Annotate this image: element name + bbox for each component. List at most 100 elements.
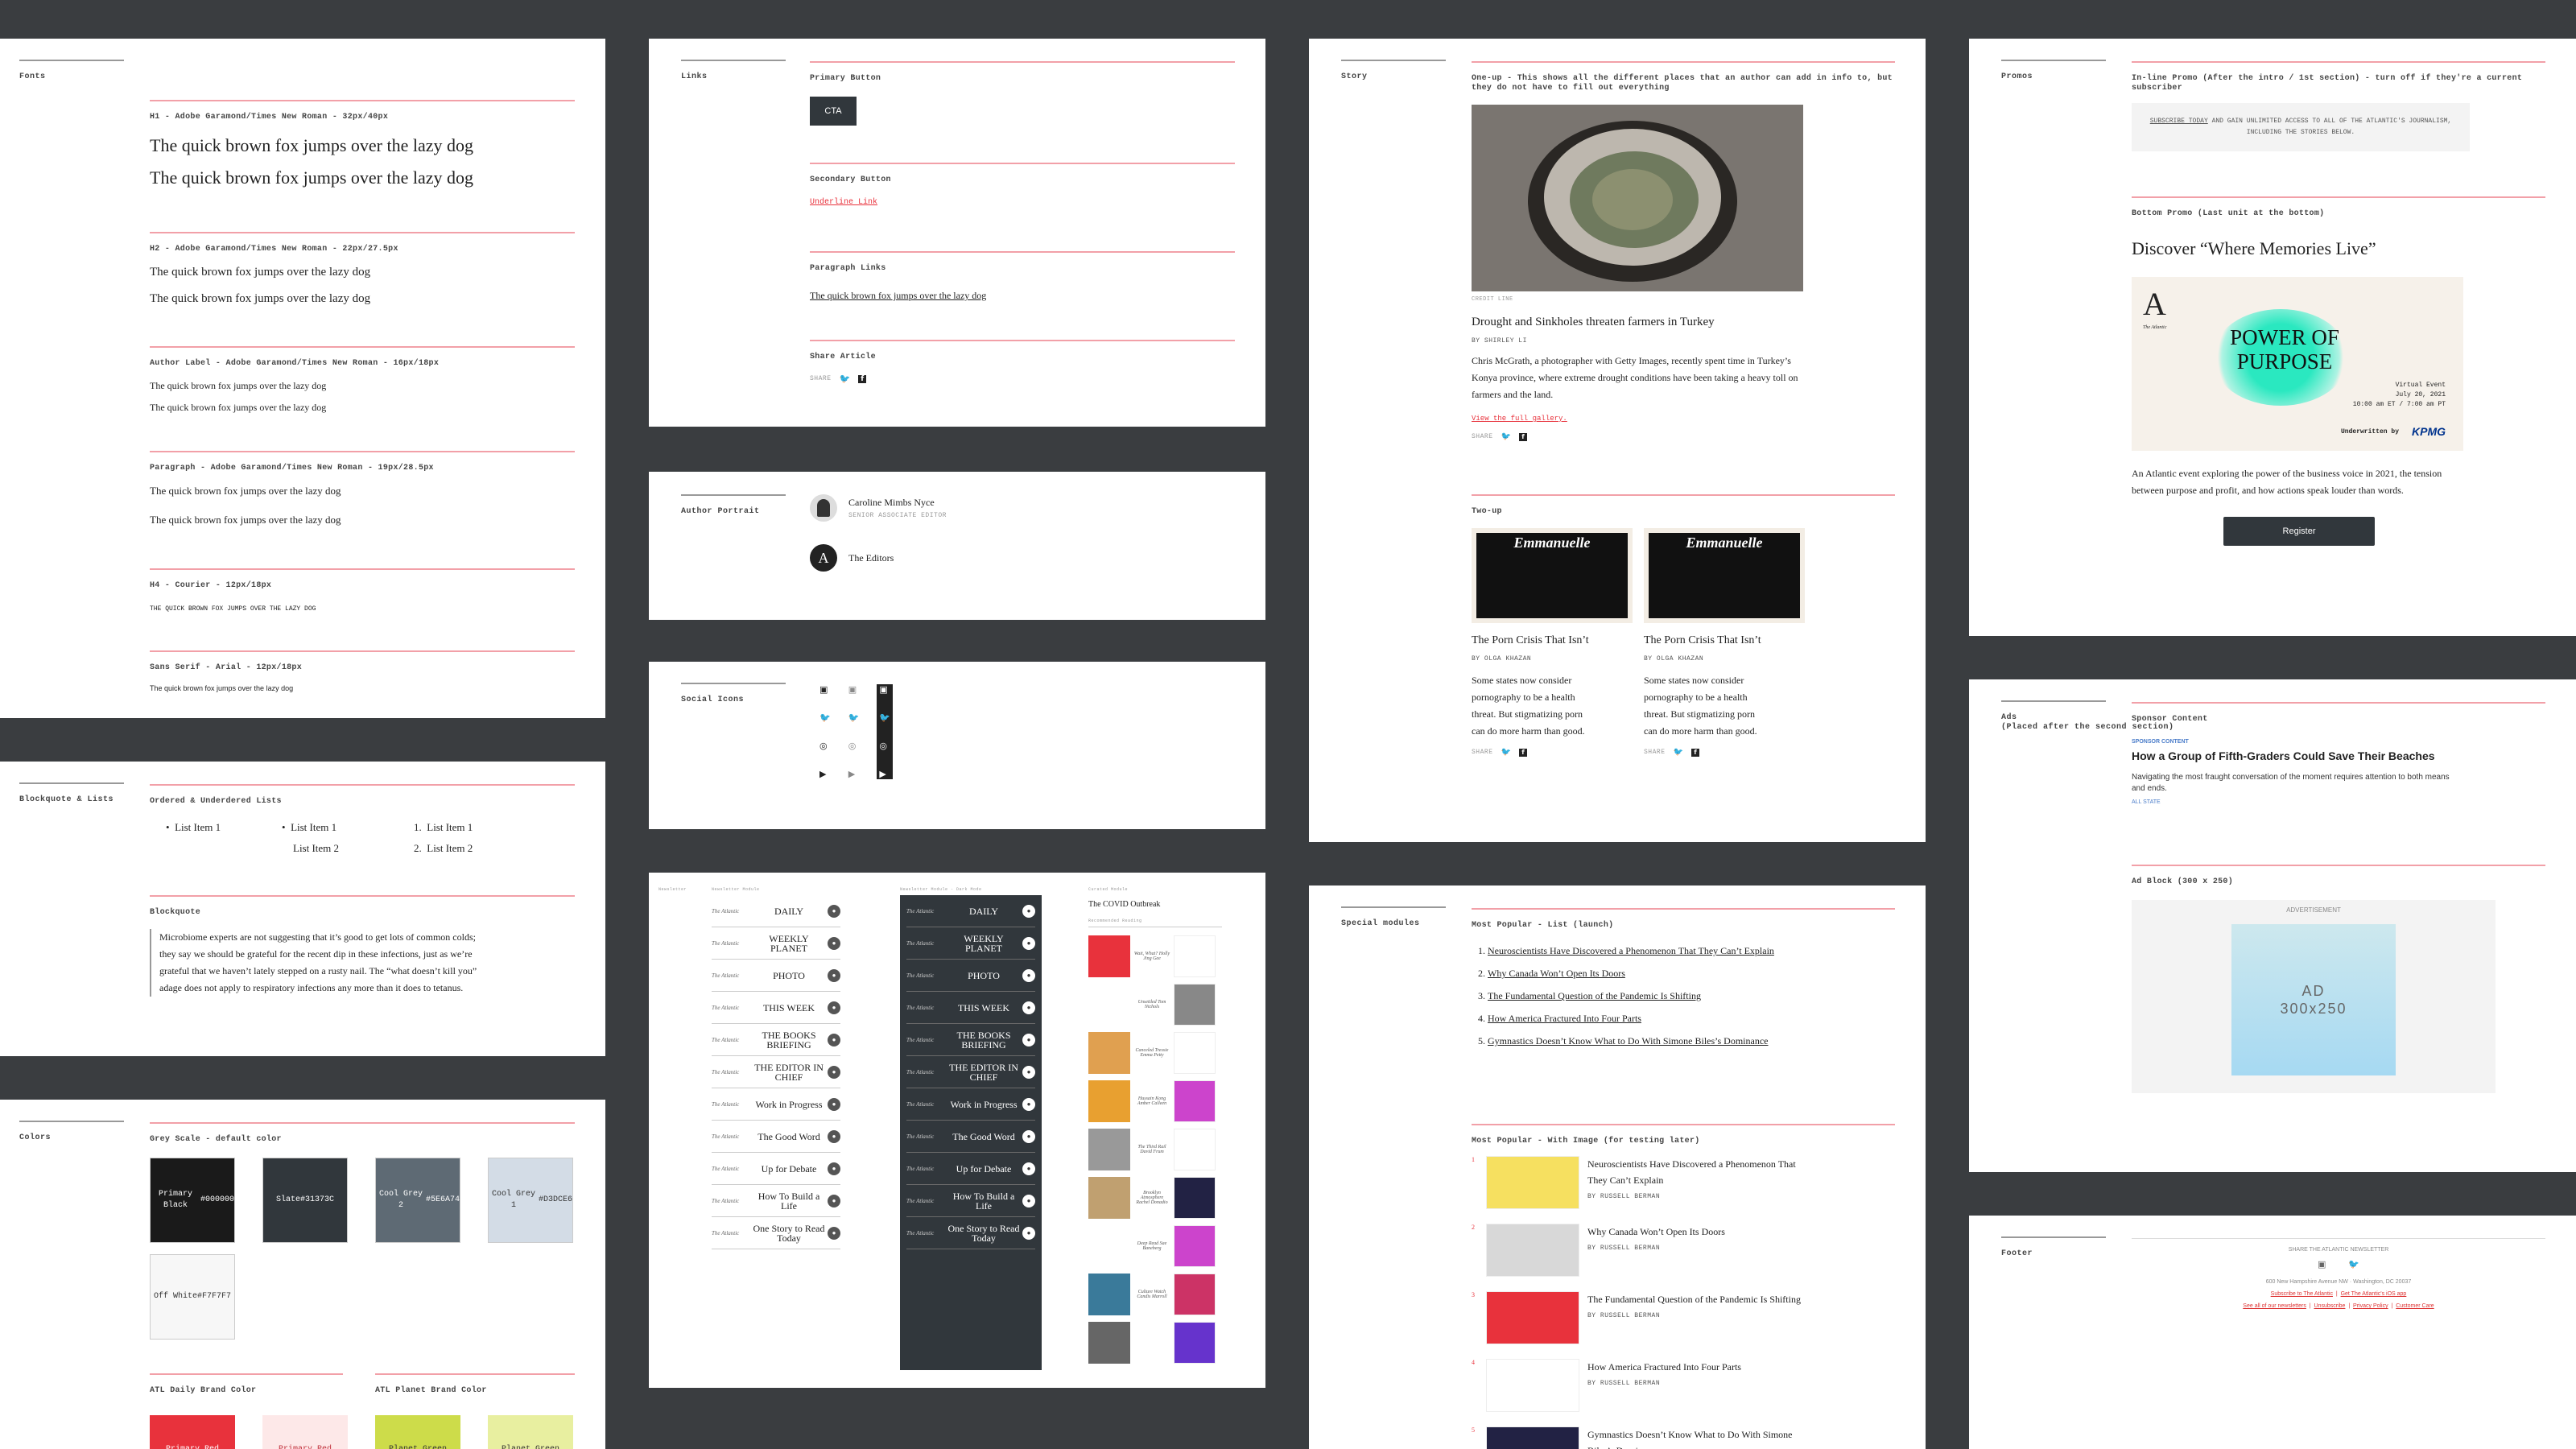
footer-link[interactable]: Privacy Policy [2353, 1303, 2388, 1309]
author-row[interactable]: Caroline Mimbs Nyce SENIOR ASSOCIATE EDI… [810, 494, 947, 522]
underline-link[interactable]: Underline Link [810, 198, 1235, 207]
bullet-list: • List Item 1 [150, 821, 282, 855]
footer-link[interactable]: Customer Care [2396, 1303, 2434, 1309]
popular-link[interactable]: How America Fractured Into Four Parts [1488, 1013, 1641, 1024]
panel-label: Promos [2001, 60, 2107, 81]
facebook-icon[interactable]: f [858, 374, 867, 383]
curated-row[interactable]: The Third Rail David Frum [1088, 1125, 1222, 1174]
twitter-icon[interactable]: 🐦 [2348, 1259, 2359, 1269]
footer-link[interactable]: Get The Atlantic's iOS app [2341, 1291, 2407, 1297]
youtube-icon[interactable]: ▶ [848, 769, 860, 779]
author-row[interactable]: A The Editors [810, 544, 894, 572]
facebook-icon[interactable]: ▣ [848, 684, 860, 695]
twitter-icon[interactable]: 🐦 [1674, 748, 1683, 757]
twitter-icon[interactable]: 🐦 [819, 712, 831, 723]
popular-link[interactable]: Why Canada Won’t Open Its Doors [1488, 968, 1625, 979]
newsletter-row[interactable]: The Atlantic WEEKLY PLANET ● [906, 927, 1035, 960]
curated-row[interactable]: Brooklyn Atmosphere Rachel Donadio [1088, 1174, 1222, 1222]
newsletter-row[interactable]: The Atlantic One Story to Read Today ● [906, 1217, 1035, 1249]
two-up-card[interactable]: Emmanuelle The Porn Crisis That Isn’t BY… [1644, 528, 1805, 757]
facebook-icon[interactable]: ▣ [2318, 1259, 2326, 1269]
newsletter-row[interactable]: The Atlantic THIS WEEK ● [906, 992, 1035, 1024]
newsletter-row[interactable]: The Atlantic PHOTO ● [712, 960, 840, 992]
newsletter-row[interactable]: The Atlantic Work in Progress ● [712, 1088, 840, 1121]
facebook-icon[interactable]: f [1518, 432, 1527, 441]
popular-image-item[interactable]: 5 Gymnastics Doesn’t Know What to Do With… [1472, 1426, 1895, 1449]
event-card[interactable]: A The Atlantic POWER OF PURPOSE Virtual … [2132, 277, 2463, 451]
popular-list-item[interactable]: How America Fractured Into Four Parts [1488, 1009, 1777, 1027]
newsletter-row[interactable]: The Atlantic One Story to Read Today ● [712, 1217, 840, 1249]
newsletter-row[interactable]: The Atlantic How To Build a Life ● [712, 1185, 840, 1217]
newsletter-row[interactable]: The Atlantic THE BOOKS BRIEFING ● [712, 1024, 840, 1056]
facebook-icon[interactable]: f [1690, 748, 1699, 757]
footer-link[interactable]: Unsubscribe [2314, 1303, 2346, 1309]
facebook-icon[interactable]: ▣ [879, 684, 890, 695]
popular-image-item[interactable]: 2 Why Canada Won’t Open Its Doors BY RUSSE… [1472, 1224, 1895, 1291]
instagram-icon[interactable]: ◎ [879, 741, 890, 751]
curated-row[interactable] [1088, 1319, 1222, 1367]
swatch-label: Off White [153, 1292, 197, 1301]
inline-promo-section: In-line Promo (After the intro / 1st sec… [2132, 61, 2545, 151]
curated-row[interactable]: Unsettled Tom Nichols [1088, 980, 1222, 1029]
footer-link[interactable]: See all of our newsletters [2243, 1303, 2306, 1309]
curated-row[interactable]: Hussain Kong Amber Calleen [1088, 1077, 1222, 1125]
facebook-icon[interactable]: f [1518, 748, 1527, 757]
newsletter-row[interactable]: The Atlantic THE EDITOR IN CHIEF ● [906, 1056, 1035, 1088]
popular-list-item[interactable]: Why Canada Won’t Open Its Doors [1488, 964, 1777, 982]
curated-caption: Unsettled Tom Nichols [1137, 1000, 1166, 1009]
popular-link[interactable]: Gymnastics Doesn’t Know What to Do With … [1488, 1035, 1769, 1046]
popular-link[interactable]: The Fundamental Question of the Pandemic… [1488, 990, 1701, 1001]
youtube-icon[interactable]: ▶ [879, 769, 890, 779]
brand-label: The Atlantic [906, 1229, 935, 1236]
curated-row[interactable]: Culture Watch Candis Marroll [1088, 1270, 1222, 1319]
cta-button[interactable]: CTA [810, 97, 857, 126]
newsletter-row[interactable]: The Atlantic Up for Debate ● [712, 1153, 840, 1185]
section-heading: H4 - Courier - 12px/18px [150, 568, 575, 591]
instagram-icon[interactable]: ◎ [819, 741, 831, 751]
subscribe-link[interactable]: SUBSCRIBE TODAY [2150, 118, 2208, 125]
newsletter-row[interactable]: The Atlantic Up for Debate ● [906, 1153, 1035, 1185]
newsletter-row[interactable]: The Atlantic DAILY ● [906, 895, 1035, 927]
twitter-icon[interactable]: 🐦 [848, 712, 860, 723]
newsletter-row[interactable]: The Atlantic THE BOOKS BRIEFING ● [906, 1024, 1035, 1056]
popular-image-item[interactable]: 3 The Fundamental Question of the Pandemi… [1472, 1291, 1895, 1359]
ad-placeholder[interactable]: AD 300x250 [2231, 924, 2396, 1075]
popular-list-item[interactable]: The Fundamental Question of the Pandemic… [1488, 987, 1777, 1005]
newsletter-row[interactable]: The Atlantic How To Build a Life ● [906, 1185, 1035, 1217]
twitter-icon[interactable]: 🐦 [879, 712, 890, 723]
links-panel: Links Primary Button CTA Secondary Butto… [649, 39, 1265, 427]
curated-row[interactable]: Canceled Tressie Emma Petty [1088, 1029, 1222, 1077]
newsletter-row[interactable]: The Atlantic PHOTO ● [906, 960, 1035, 992]
event-date: July 20, 2021 [2395, 391, 2446, 398]
newsletter-row[interactable]: The Atlantic WEEKLY PLANET ● [712, 927, 840, 960]
newsletter-row[interactable]: The Atlantic The Good Word ● [712, 1121, 840, 1153]
newsletter-row[interactable]: The Atlantic THIS WEEK ● [712, 992, 840, 1024]
footer-link[interactable]: Subscribe to The Atlantic [2271, 1291, 2333, 1297]
popular-image-item[interactable]: 1 Neuroscientists Have Discovered a Pheno… [1472, 1156, 1895, 1224]
twitter-icon[interactable]: 🐦 [840, 374, 851, 384]
paragraph-link[interactable]: The quick brown fox jumps over the lazy … [810, 290, 1235, 302]
popular-list-item[interactable]: Gymnastics Doesn’t Know What to Do With … [1488, 1032, 1777, 1050]
story-title[interactable]: Drought and Sinkholes threaten farmers i… [1472, 316, 1895, 329]
sinkhole-image[interactable] [1472, 105, 1803, 291]
curated-row[interactable]: Deep Read Sae Baneberg [1088, 1222, 1222, 1270]
two-up-card[interactable]: Emmanuelle The Porn Crisis That Isn’t BY… [1472, 528, 1633, 757]
newsletter-row[interactable]: The Atlantic THE EDITOR IN CHIEF ● [712, 1056, 840, 1088]
instagram-icon[interactable]: ◎ [848, 741, 860, 751]
twitter-icon[interactable]: 🐦 [1501, 748, 1511, 757]
curated-caption: Wait, What? Holly Jing Gee [1133, 952, 1170, 961]
twitter-icon[interactable]: 🐦 [1501, 432, 1511, 441]
newsletter-row[interactable]: The Atlantic DAILY ● [712, 895, 840, 927]
popular-image-item[interactable]: 4 How America Fractured Into Four Parts BY… [1472, 1359, 1895, 1426]
newsletter-row[interactable]: The Atlantic The Good Word ● [906, 1121, 1035, 1153]
youtube-icon[interactable]: ▶ [819, 769, 831, 779]
sponsor-title[interactable]: How a Group of Fifth-Graders Could Save … [2132, 749, 2545, 762]
newsletter-row[interactable]: The Atlantic Work in Progress ● [906, 1088, 1035, 1121]
curated-row[interactable]: Wait, What? Holly Jing Gee [1088, 932, 1222, 980]
swatch-label: Planet Green [502, 1444, 559, 1449]
register-button[interactable]: Register [2223, 517, 2375, 546]
popular-list-item[interactable]: Neuroscientists Have Discovered a Phenom… [1488, 942, 1777, 960]
popular-link[interactable]: Neuroscientists Have Discovered a Phenom… [1488, 945, 1774, 956]
gallery-link[interactable]: View the full gallery. [1472, 415, 1895, 423]
facebook-icon[interactable]: ▣ [819, 684, 831, 695]
